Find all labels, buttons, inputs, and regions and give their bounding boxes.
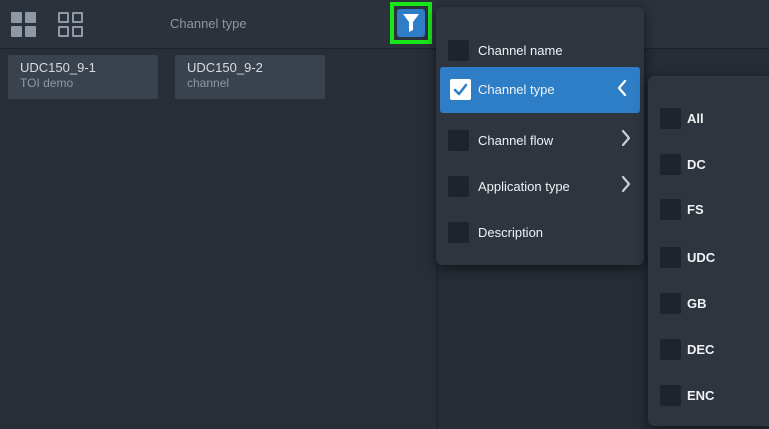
submenu-option-label: UDC <box>687 250 716 265</box>
channel-name: UDC150_9-2 <box>187 60 263 75</box>
submenu-option-dec[interactable]: DEC <box>648 329 769 371</box>
channel-type-submenu: All DC FS UDC GB DEC ENC <box>648 76 769 426</box>
checkbox[interactable] <box>448 222 469 243</box>
filter-item-channel-name[interactable]: Channel name <box>436 27 644 69</box>
filter-item-label: Description <box>478 225 544 240</box>
submenu-option-label: GB <box>687 296 707 311</box>
filter-item-channel-flow[interactable]: Channel flow <box>436 117 644 159</box>
filter-item-description[interactable]: Description <box>436 209 644 251</box>
checkbox[interactable] <box>660 339 681 360</box>
filter-funnel-icon <box>403 14 419 32</box>
submenu-option-label: FS <box>687 202 704 217</box>
grid-view-icon <box>10 11 36 37</box>
submenu-option-gb[interactable]: GB <box>648 283 769 325</box>
grid-outline-view-icon <box>57 11 83 37</box>
channel-card[interactable]: UDC150_9-1 TOI demo <box>8 55 158 99</box>
submenu-option-label: DEC <box>687 342 715 357</box>
filter-item-label: Application type <box>478 179 570 194</box>
filter-item-label: Channel type <box>478 82 555 97</box>
checkbox[interactable] <box>660 385 681 406</box>
checkbox[interactable] <box>450 79 471 100</box>
grid-outline-view-button[interactable] <box>55 9 85 39</box>
submenu-option-label: All <box>687 111 704 126</box>
channel-description: TOI demo <box>20 76 74 90</box>
chevron-left-icon <box>617 79 627 97</box>
checkbox[interactable] <box>660 199 681 220</box>
chevron-right-icon <box>621 129 631 147</box>
submenu-option-enc[interactable]: ENC <box>648 375 769 417</box>
checkbox[interactable] <box>660 108 681 129</box>
channel-card[interactable]: UDC150_9-2 channel <box>175 55 325 99</box>
submenu-option-all[interactable]: All <box>648 98 769 140</box>
checkbox[interactable] <box>660 247 681 268</box>
checkmark-icon <box>453 83 468 96</box>
checkbox[interactable] <box>448 40 469 61</box>
grid-view-button[interactable] <box>8 9 38 39</box>
checkbox[interactable] <box>448 176 469 197</box>
submenu-option-label: ENC <box>687 388 715 403</box>
checkbox[interactable] <box>660 293 681 314</box>
submenu-option-dc[interactable]: DC <box>648 144 769 186</box>
checkbox[interactable] <box>448 130 469 151</box>
active-filter-label: Channel type <box>170 16 247 31</box>
channel-description: channel <box>187 76 230 90</box>
filter-item-channel-type[interactable]: Channel type <box>440 67 640 113</box>
checkbox[interactable] <box>660 154 681 175</box>
filter-item-application-type[interactable]: Application type <box>436 163 644 205</box>
top-toolbar: Channel type <box>0 0 769 49</box>
channel-name: UDC150_9-1 <box>20 60 96 75</box>
channel-list-area <box>0 49 436 429</box>
filter-button[interactable] <box>390 2 432 44</box>
chevron-right-icon <box>621 175 631 193</box>
submenu-option-fs[interactable]: FS <box>648 189 769 231</box>
submenu-option-udc[interactable]: UDC <box>648 237 769 279</box>
filter-item-label: Channel flow <box>478 133 554 148</box>
submenu-option-label: DC <box>687 157 706 172</box>
filter-item-label: Channel name <box>478 43 563 58</box>
filter-menu: Channel name Channel type Channel flow A… <box>436 7 644 265</box>
